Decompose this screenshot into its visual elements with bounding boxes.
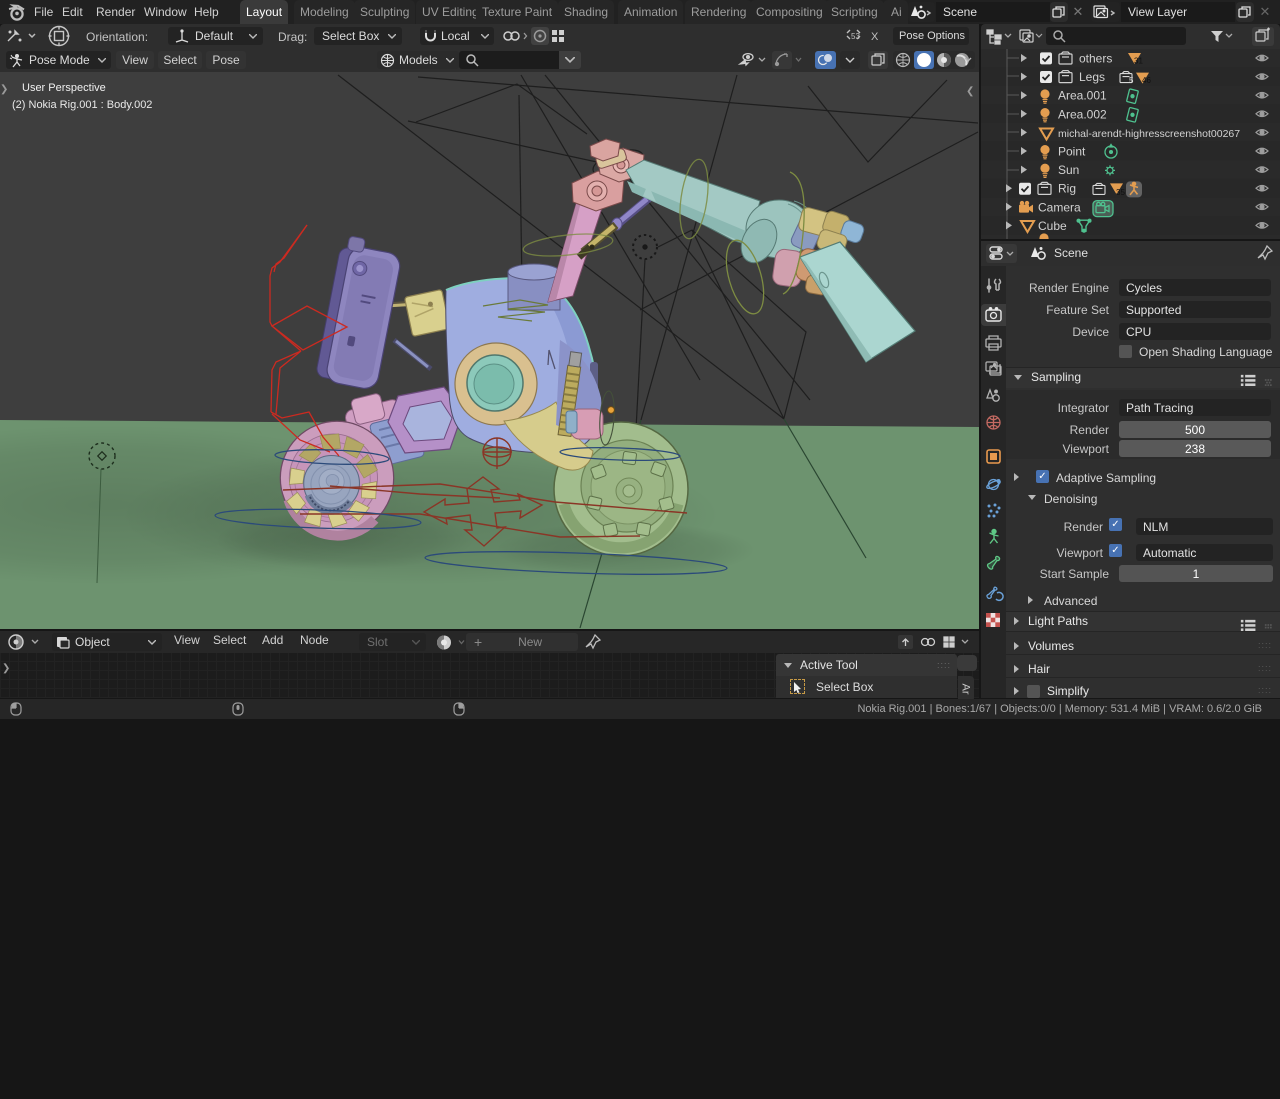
svg-text:others: others	[1079, 52, 1112, 66]
svg-text:michal-arendt-highresscreensho: michal-arendt-highresscreenshot00267	[1058, 128, 1240, 140]
svg-text:Area.001: Area.001	[1058, 89, 1107, 103]
svg-text:35: 35	[1116, 188, 1125, 197]
svg-text:Camera: Camera	[1038, 200, 1081, 214]
svg-text:46: 46	[1142, 76, 1151, 85]
svg-text:Point: Point	[1058, 145, 1086, 159]
svg-text:53: 53	[851, 32, 860, 41]
svg-text:Legs: Legs	[1079, 70, 1105, 84]
svg-text:Area.002: Area.002	[1058, 107, 1107, 121]
svg-text:5: 5	[1129, 76, 1134, 85]
svg-text:Cube: Cube	[1038, 219, 1067, 233]
svg-text:Rig: Rig	[1058, 182, 1076, 196]
svg-text:X: X	[871, 31, 879, 43]
svg-text:31: 31	[1134, 57, 1143, 66]
svg-text:Sun: Sun	[1058, 163, 1079, 177]
